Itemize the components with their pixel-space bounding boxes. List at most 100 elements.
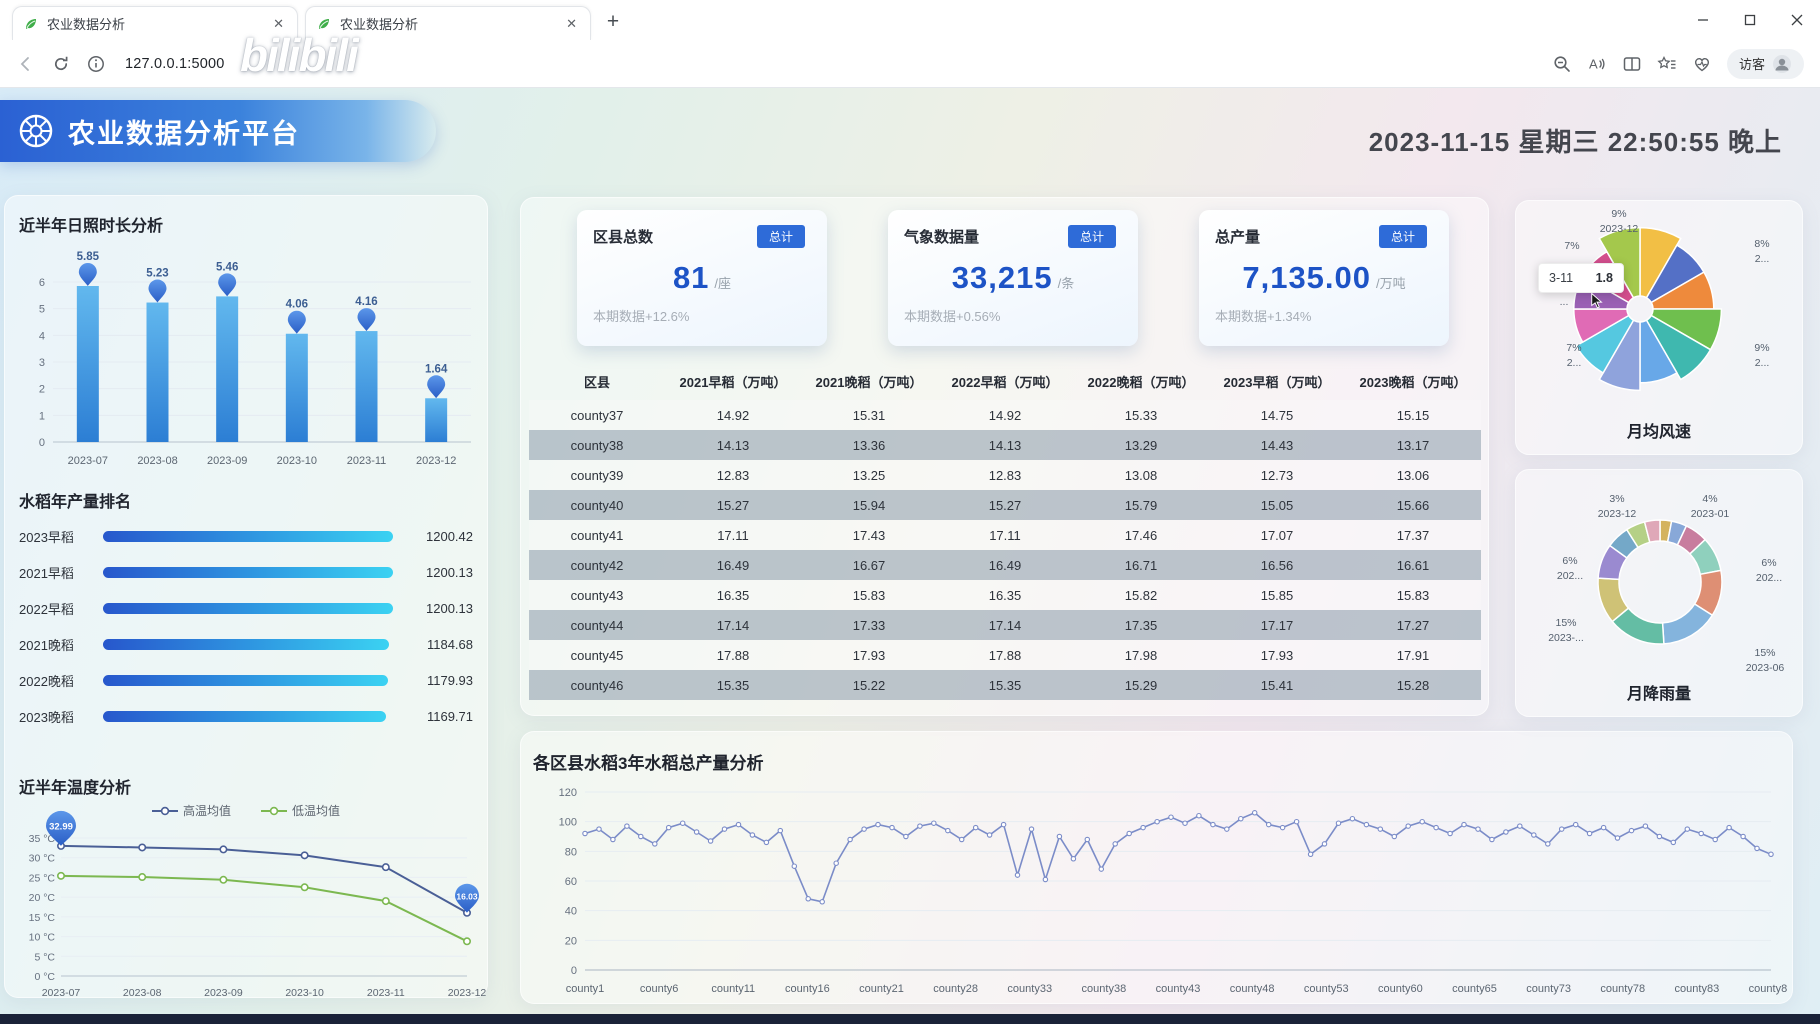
table-cell: 15.66 xyxy=(1396,497,1430,513)
stat-card-sub: 本期数据+12.6% xyxy=(593,309,690,324)
wind-panel: 9% 2023-12 8% 2... 9% 2... 7%... 7% 2... 3-11 1.… xyxy=(1515,200,1803,455)
svg-text:county60: county60 xyxy=(1378,983,1423,995)
tab-title: 农业数据分析 xyxy=(47,17,126,32)
wind-title: 月均风速 xyxy=(1626,424,1691,441)
app-banner: 农业数据分析平台 xyxy=(0,100,436,162)
favorites-icon[interactable] xyxy=(1657,54,1677,74)
svg-text:2...: 2... xyxy=(1567,357,1582,369)
table-header-row: 区县 2021早稻（万吨） 2021晚稻（万吨） 2022早稻（万吨） 2022晚稻（万… xyxy=(529,363,1481,400)
table-cell: 16.61 xyxy=(1396,557,1430,573)
table-cell: 14.92 xyxy=(988,407,1022,423)
svg-text:1.64: 1.64 xyxy=(425,363,448,375)
production-line-chart[interactable]: 0 20 40 60 80 100 120 county1 county6 county11 cou… xyxy=(529,778,1787,1000)
tooltip-value: 1.8 xyxy=(1595,271,1613,285)
ranking-row: 2021早稻 1200.13 xyxy=(5,554,487,590)
tab-bar: 农业数据分析 ✕ 农业数据分析 ✕ + xyxy=(0,0,1820,40)
table-cell: 16.49 xyxy=(988,557,1022,573)
svg-text:4.16: 4.16 xyxy=(355,296,377,308)
legend-item-high[interactable]: 高温均值 xyxy=(151,802,231,819)
county-data-table: 区县 2021早稻（万吨） 2021晚稻（万吨） 2022早稻（万吨） 2022晚稻（万… xyxy=(529,363,1481,700)
table-row: county43 16.35 15.83 16.35 15.82 15.85 15.83 xyxy=(529,580,1481,610)
svg-text:2...: 2... xyxy=(1755,253,1770,265)
temperature-line-chart[interactable]: 0 °C5 °C10 °C15 °C20 °C25 °C30 °C35 °C20… xyxy=(13,810,486,1002)
url-text[interactable]: 127.0.0.1:5000 xyxy=(125,56,225,72)
maximize-button[interactable] xyxy=(1726,0,1773,40)
table-row: county37 14.92 15.31 14.92 15.33 14.75 15.15 xyxy=(529,400,1481,430)
browser-essentials-icon[interactable] xyxy=(1692,54,1712,74)
browser-tab-1[interactable]: 农业数据分析 ✕ xyxy=(12,6,298,40)
stat-cards: 区县总数 总计 81/座 本期数据+12.6% 气象数据量 总计 33,215/… xyxy=(577,210,1449,346)
ranking-bar-chart[interactable]: 2023早稻 1200.42 2021早稻 1200.13 2022早稻 120… xyxy=(5,518,487,734)
svg-text:15%: 15% xyxy=(1754,647,1775,659)
back-icon[interactable] xyxy=(16,54,36,74)
svg-text:4%: 4% xyxy=(1702,493,1717,505)
table-cell: 15.27 xyxy=(988,497,1022,513)
table-cell: 15.94 xyxy=(852,497,886,513)
ranking-row: 2023晚稻 1169.71 xyxy=(5,698,487,734)
svg-text:80: 80 xyxy=(565,846,577,858)
table-cell: 14.13 xyxy=(988,437,1022,453)
svg-text:2023-06: 2023-06 xyxy=(1746,662,1785,674)
svg-text:county33: county33 xyxy=(1007,983,1052,995)
wind-rose-chart[interactable]: 9% 2023-12 8% 2... 9% 2... 7%... 7% 2... xyxy=(1522,203,1798,421)
table-cell: 15.05 xyxy=(1260,497,1294,513)
svg-text:2023-10: 2023-10 xyxy=(285,987,324,999)
read-aloud-icon[interactable]: A xyxy=(1587,54,1607,74)
site-info-icon[interactable] xyxy=(86,54,106,74)
table-header-cell: 2023早稻（万吨） xyxy=(1223,375,1331,390)
legend-marker-icon xyxy=(261,806,287,815)
svg-text:8%: 8% xyxy=(1754,238,1769,250)
temperature-legend[interactable]: 高温均值 低温均值 xyxy=(5,802,487,819)
tab-close-icon[interactable]: ✕ xyxy=(270,16,287,32)
stat-card-unit: /座 xyxy=(714,276,732,291)
browser-tab-2[interactable]: 农业数据分析 ✕ xyxy=(305,6,591,40)
svg-text:2023-...: 2023-... xyxy=(1548,632,1584,644)
table-cell: 16.71 xyxy=(1124,557,1158,573)
legend-item-low[interactable]: 低温均值 xyxy=(261,802,340,819)
table-cell: 16.35 xyxy=(988,587,1022,603)
address-bar: 127.0.0.1:5000 A 访客 bilibili xyxy=(0,29,1820,88)
svg-text:county38: county38 xyxy=(1082,983,1127,995)
table-cell: 17.88 xyxy=(988,647,1022,663)
table-cell: county40 xyxy=(570,497,624,513)
sunshine-bar-chart[interactable]: 0 1 2 3 4 5 6 5.85 2023-07 5.23 2023-08 5.46 2023-09… xyxy=(13,240,481,472)
table-header-cell: 2022晚稻（万吨） xyxy=(1087,375,1195,390)
table-cell: 17.98 xyxy=(1124,647,1158,663)
minimize-button[interactable] xyxy=(1679,0,1726,40)
ranking-label: 2022早稻 xyxy=(19,601,74,617)
table-cell: 17.91 xyxy=(1396,647,1430,663)
refresh-icon[interactable] xyxy=(51,54,71,74)
svg-text:202...: 202... xyxy=(1756,572,1782,584)
new-tab-button[interactable]: + xyxy=(598,7,628,37)
stat-card-unit: /万吨 xyxy=(1376,276,1406,291)
svg-text:60: 60 xyxy=(565,876,577,888)
legend-label: 低温均值 xyxy=(292,804,341,818)
svg-text:40: 40 xyxy=(565,906,577,918)
table-cell: 17.88 xyxy=(716,647,750,663)
profile-button[interactable]: 访客 xyxy=(1726,48,1804,79)
table-cell: 15.15 xyxy=(1396,407,1430,423)
table-cell: 13.17 xyxy=(1396,437,1430,453)
tooltip-label: 3-11 xyxy=(1549,271,1574,285)
rain-panel: 3% 2023-12 4% 2023-01 6% 202... 6% 202... 15% 202… xyxy=(1515,469,1803,717)
svg-text:10 °C: 10 °C xyxy=(29,932,56,944)
ranking-bar xyxy=(103,566,393,578)
split-screen-icon[interactable] xyxy=(1622,54,1642,74)
table-cell: 15.33 xyxy=(1124,407,1158,423)
table-cell: 17.07 xyxy=(1260,527,1294,543)
svg-text:7%: 7% xyxy=(1564,240,1579,252)
svg-text:0: 0 xyxy=(571,965,577,977)
ranking-value: 1179.93 xyxy=(426,672,473,688)
tab-close-icon[interactable]: ✕ xyxy=(563,16,580,32)
zoom-out-icon[interactable] xyxy=(1552,54,1572,74)
legend-marker-icon xyxy=(151,806,178,815)
table-cell: county37 xyxy=(570,407,624,423)
rain-donut-chart[interactable]: 3% 2023-12 4% 2023-01 6% 202... 6% 202... 15% 202… xyxy=(1522,478,1798,684)
table-row: county41 17.11 17.43 17.11 17.46 17.07 17.37 xyxy=(529,520,1481,550)
svg-text:6: 6 xyxy=(39,277,45,289)
bottom-scrollbar[interactable] xyxy=(0,1014,1820,1024)
close-window-button[interactable] xyxy=(1773,0,1820,40)
svg-text:county78: county78 xyxy=(1600,983,1645,995)
table-cell: 17.46 xyxy=(1124,527,1158,543)
svg-text:2023-09: 2023-09 xyxy=(204,987,243,999)
